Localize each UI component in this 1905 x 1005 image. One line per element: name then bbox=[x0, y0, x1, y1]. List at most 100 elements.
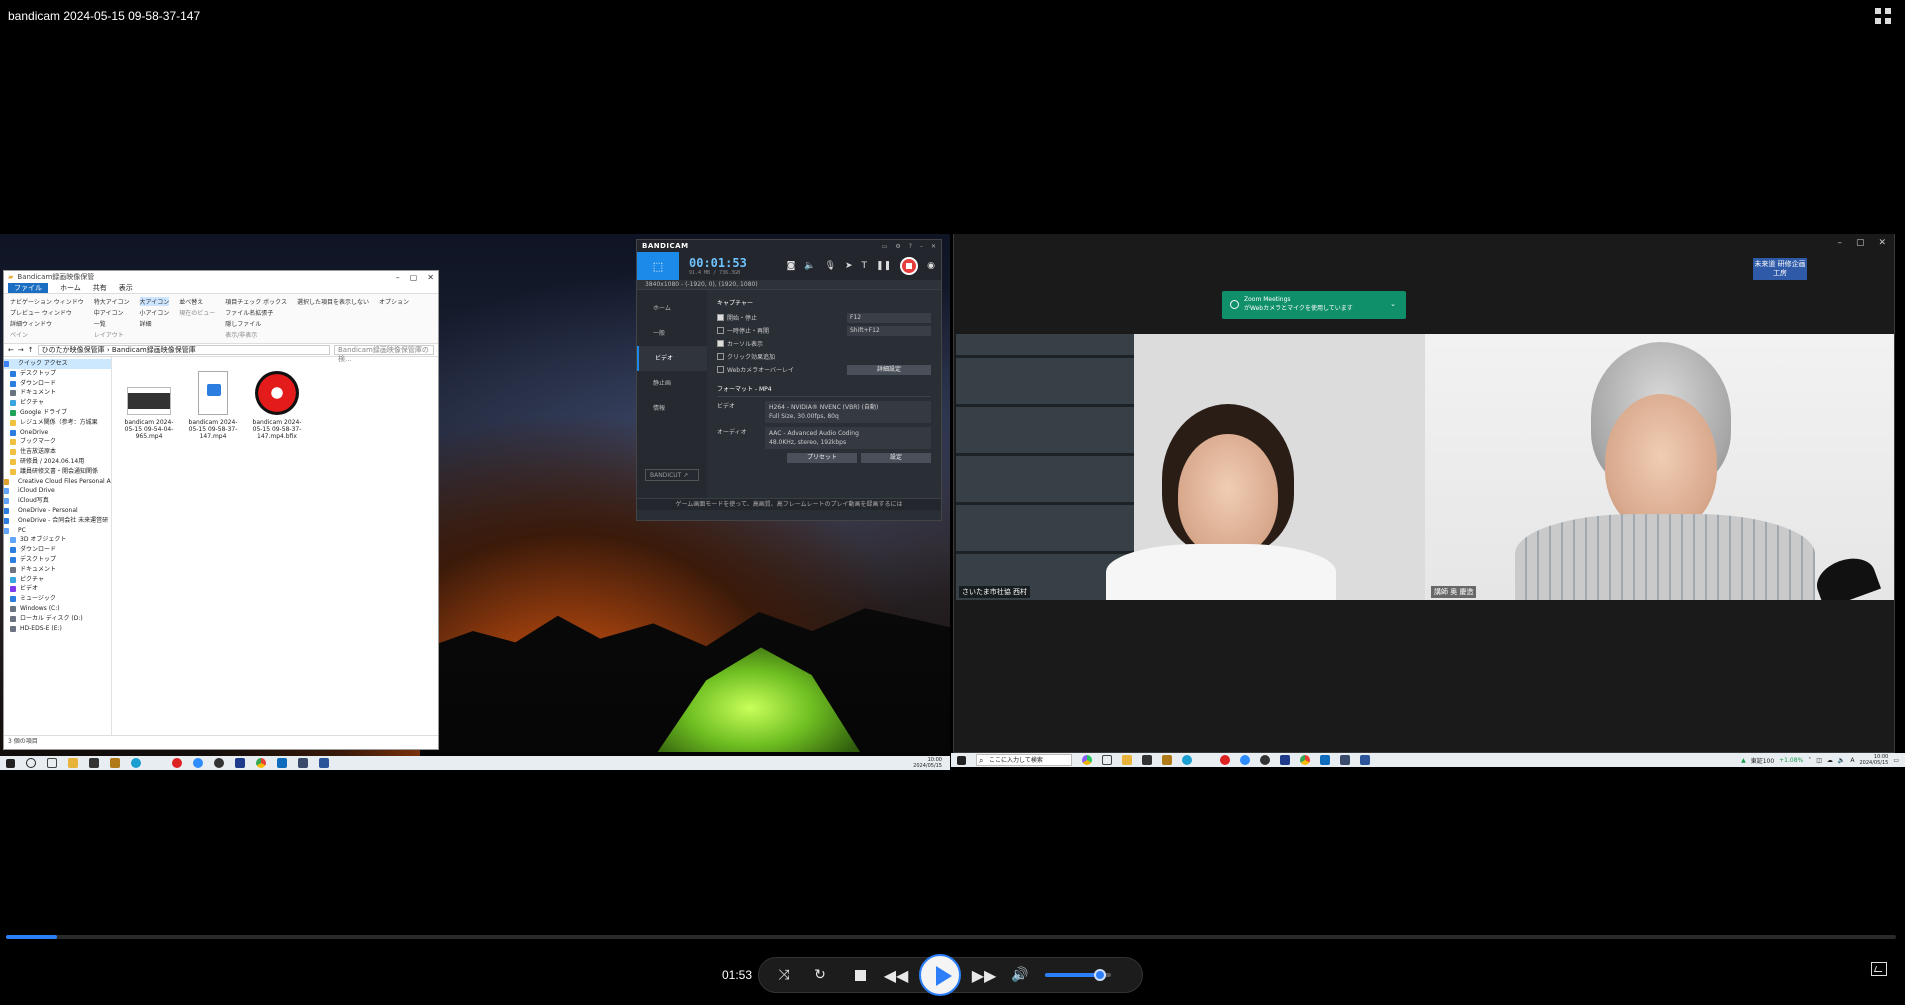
zoom-icon[interactable] bbox=[1240, 755, 1250, 765]
word-icon[interactable] bbox=[319, 758, 329, 768]
nav-item[interactable]: Creative Cloud Files Personal Ac bbox=[4, 477, 111, 487]
menu-home[interactable]: ホーム bbox=[60, 283, 81, 293]
chevron-down-icon[interactable]: ⌄ bbox=[1390, 300, 1396, 309]
edge-icon[interactable] bbox=[131, 758, 141, 768]
nav-video[interactable]: ビデオ bbox=[637, 346, 707, 371]
participant-tile[interactable]: 講師 奥 慶造 bbox=[1425, 334, 1894, 600]
pause-icon[interactable]: ❚❚ bbox=[876, 261, 891, 271]
app-icon[interactable] bbox=[89, 758, 99, 768]
nav-item[interactable]: ピクチャ bbox=[4, 398, 111, 408]
text-icon[interactable]: T bbox=[862, 261, 868, 271]
fast-forward-button[interactable]: ▶▶ bbox=[971, 962, 997, 988]
volume-icon[interactable]: 🔊 bbox=[1007, 962, 1033, 988]
nav-item[interactable]: ローカル ディスク (D:) bbox=[4, 614, 111, 624]
outlook-icon[interactable] bbox=[277, 758, 287, 768]
stop-button[interactable] bbox=[847, 962, 873, 988]
hotkey-field[interactable]: F12 bbox=[847, 312, 931, 323]
network-icon[interactable]: ◫ bbox=[1816, 757, 1822, 764]
nav-item[interactable]: レジュメ関係（参考：方城果 bbox=[4, 418, 111, 428]
help-icon[interactable]: ? bbox=[909, 243, 912, 250]
file-item[interactable]: bandicam 2024-05-15 09-58-37-147.mp4 bbox=[188, 371, 238, 440]
app-icon[interactable] bbox=[1280, 755, 1290, 765]
layout-xl-icons[interactable]: 特大アイコン bbox=[94, 297, 130, 306]
windows-start-icon[interactable] bbox=[6, 758, 15, 768]
nav-item[interactable]: iCloud Drive bbox=[4, 486, 111, 496]
app-icon[interactable] bbox=[235, 758, 245, 768]
nav-about[interactable]: 情報 bbox=[637, 396, 707, 421]
search-icon[interactable] bbox=[26, 758, 36, 768]
nav-item[interactable]: ピクチャ bbox=[4, 575, 111, 585]
advanced-settings-button[interactable]: 詳細設定 bbox=[847, 364, 931, 375]
maximize-icon[interactable]: ▢ bbox=[410, 273, 418, 282]
nav-item[interactable]: ビデオ bbox=[4, 584, 111, 594]
calculator-icon[interactable] bbox=[1340, 755, 1350, 765]
options-button[interactable]: オプション bbox=[379, 297, 409, 306]
nav-image[interactable]: 静止画 bbox=[637, 371, 707, 396]
bandicam-icon[interactable] bbox=[1220, 755, 1230, 765]
nav-item[interactable]: OneDrive - 合同会社 未来運営研 bbox=[4, 516, 111, 526]
speaker-icon[interactable]: 🔈 bbox=[804, 261, 815, 271]
folder-icon[interactable]: ▭ bbox=[882, 243, 888, 250]
nav-item[interactable]: Google ドライブ bbox=[4, 408, 111, 418]
nav-item[interactable]: クイック アクセス bbox=[4, 359, 111, 369]
nav-item[interactable]: HD-EDS-E (E:) bbox=[4, 624, 111, 634]
nav-item[interactable]: デスクトップ bbox=[4, 369, 111, 379]
address-bar[interactable]: ひのたか映像保管庫 › Bandicam録画映像保管庫 bbox=[37, 345, 330, 355]
bandicam-tip[interactable]: ゲーム画面モードを使って、高画質、高フレームレートのプレイ動画を録画するには bbox=[637, 498, 941, 510]
chrome-icon[interactable] bbox=[1300, 755, 1310, 765]
nav-item[interactable]: 住吉放送原本 bbox=[4, 447, 111, 457]
screen-mode-icon[interactable]: ⬚ bbox=[637, 252, 679, 280]
menu-file[interactable]: ファイル bbox=[8, 283, 48, 293]
preview-pane-button[interactable]: プレビュー ウィンドウ bbox=[10, 308, 84, 317]
rewind-button[interactable]: ◀◀ bbox=[883, 962, 909, 988]
search-input[interactable]: Bandicam録画映像保管庫の検... bbox=[334, 345, 434, 363]
hotkey-field[interactable]: Shift+F12 bbox=[847, 325, 931, 336]
cloud-icon[interactable]: ☁ bbox=[1827, 757, 1833, 764]
widget-icon[interactable] bbox=[1082, 755, 1092, 765]
nav-home[interactable]: ホーム bbox=[637, 296, 707, 321]
capture-option-checkbox[interactable]: Webカメラオーバーレイ bbox=[717, 365, 794, 374]
maximize-icon[interactable]: ▢ bbox=[1856, 238, 1865, 248]
file-explorer-icon[interactable] bbox=[68, 758, 78, 768]
nav-general[interactable]: 一般 bbox=[637, 321, 707, 346]
volume-slider[interactable] bbox=[1045, 969, 1111, 981]
nav-item[interactable]: ダウンロード bbox=[4, 545, 111, 555]
ime-indicator[interactable]: A bbox=[1850, 757, 1854, 764]
nav-item[interactable]: ダウンロード bbox=[4, 379, 111, 389]
nav-item[interactable]: ブックマーク bbox=[4, 437, 111, 447]
nav-item[interactable]: ドキュメント bbox=[4, 565, 111, 575]
windows-start-icon[interactable] bbox=[957, 755, 966, 765]
file-item[interactable]: bandicam 2024-05-15 09-54-04-965.mp4 bbox=[124, 371, 174, 440]
minimize-icon[interactable]: – bbox=[396, 273, 400, 282]
layout-m-icons[interactable]: 中アイコン bbox=[94, 308, 130, 317]
seek-bar[interactable] bbox=[6, 935, 1896, 939]
file-explorer-icon[interactable] bbox=[1122, 755, 1132, 765]
nav-item[interactable]: 研修員 / 2024.06.14用 bbox=[4, 457, 111, 467]
mic-icon[interactable]: 🎙 bbox=[825, 261, 836, 271]
close-icon[interactable]: ✕ bbox=[931, 243, 936, 250]
camera-icon[interactable]: ◉ bbox=[927, 261, 935, 271]
capture-option-checkbox[interactable]: クリック効果追加 bbox=[717, 352, 775, 361]
minimize-icon[interactable]: – bbox=[1837, 238, 1842, 248]
zoom-notification[interactable]: Zoom Meetings がWebカメラとマイクを使用しています ⌄ bbox=[1222, 291, 1406, 319]
hide-selected-button[interactable]: 選択した項目を表示しない bbox=[297, 297, 369, 306]
nav-item[interactable]: PC bbox=[4, 526, 111, 536]
capture-option-checkbox[interactable]: 開始・停止 bbox=[717, 313, 757, 322]
back-icon[interactable]: ← bbox=[8, 346, 14, 354]
repeat-icon[interactable]: ↻ bbox=[807, 962, 833, 988]
check-extension[interactable]: ファイル名拡張子 bbox=[225, 308, 287, 317]
chrome-icon[interactable] bbox=[256, 758, 266, 768]
details-pane-button[interactable]: 詳細ウィンドウ bbox=[10, 319, 84, 328]
capture-option-checkbox[interactable]: 一時停止・再開 bbox=[717, 326, 769, 335]
file-item[interactable]: bandicam 2024-05-15 09-58-37-147.mp4.bfi… bbox=[252, 371, 302, 440]
bandicam-icon[interactable] bbox=[172, 758, 182, 768]
layout-s-icons[interactable]: 小アイコン bbox=[140, 308, 170, 317]
minimize-icon[interactable]: – bbox=[920, 243, 923, 250]
app-icon[interactable] bbox=[110, 758, 120, 768]
play-button[interactable] bbox=[919, 954, 961, 996]
exit-fullscreen-icon[interactable] bbox=[1871, 962, 1887, 976]
nav-item[interactable]: Windows (C:) bbox=[4, 604, 111, 614]
nav-item[interactable]: OneDrive bbox=[4, 428, 111, 438]
volume-icon[interactable]: 🔈 bbox=[1838, 757, 1845, 764]
app-icon[interactable] bbox=[1260, 755, 1270, 765]
